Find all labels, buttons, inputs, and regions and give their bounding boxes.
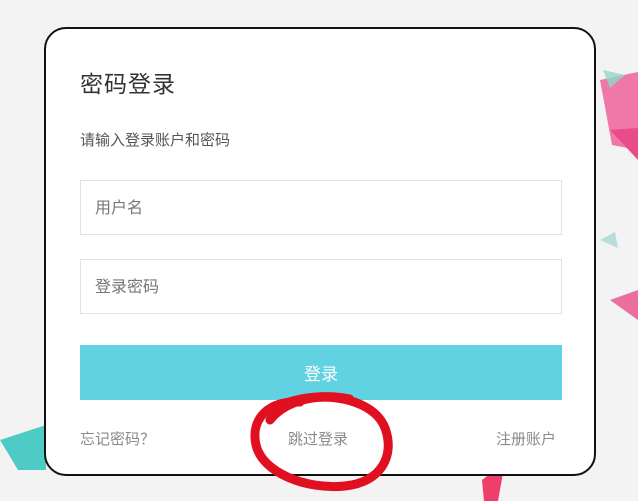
- login-subtitle: 请输入登录账户和密码: [80, 131, 231, 149]
- register-account-link[interactable]: 注册账户: [496, 428, 556, 449]
- username-input[interactable]: [80, 180, 562, 235]
- page-title: 密码登录: [80, 72, 176, 98]
- login-card: 密码登录 请输入登录账户和密码 登录 忘记密码？ 跳过登录 注册账户: [44, 27, 596, 476]
- forgot-password-link[interactable]: 忘记密码？: [80, 428, 155, 449]
- password-input[interactable]: [80, 259, 562, 314]
- skip-login-link[interactable]: 跳过登录: [288, 428, 348, 449]
- login-button[interactable]: 登录: [80, 345, 562, 400]
